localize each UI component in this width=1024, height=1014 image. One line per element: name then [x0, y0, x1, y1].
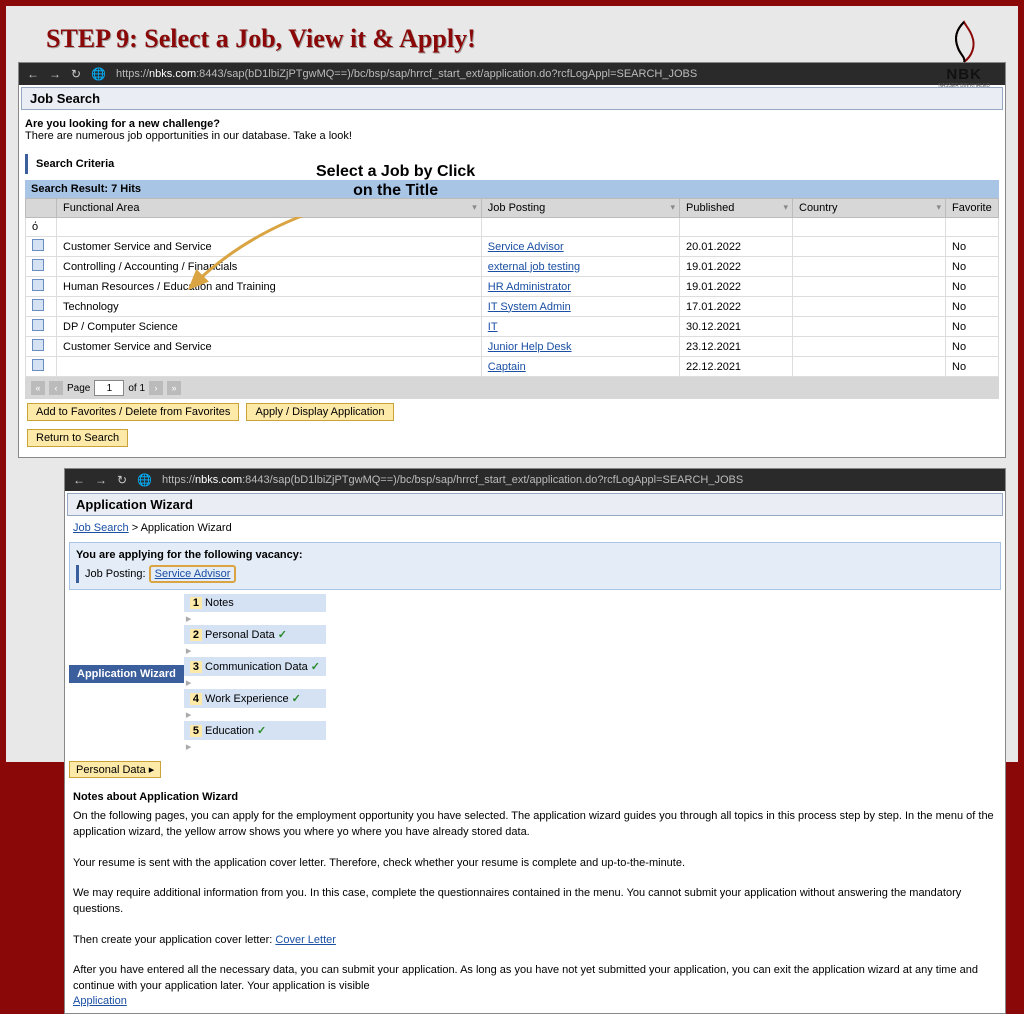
pager-prev[interactable]: ‹ — [49, 381, 63, 395]
apply-button[interactable]: Apply / Display Application — [246, 403, 393, 421]
annotation-text: Select a Job by Clickon the Title — [316, 162, 475, 200]
table-row: DP / Computer ScienceIT30.12.2021No — [26, 317, 999, 337]
job-link[interactable]: external job testing — [488, 261, 580, 273]
forward-icon[interactable]: → — [95, 473, 107, 487]
step-title: STEP 9: Select a Job, View it & Apply! — [6, 6, 1018, 54]
wizard-step[interactable]: 3 Communication Data ✓ — [184, 657, 326, 676]
job-search-panel: ← → ↻ 🌐 https://nbks.com:8443/sap(bD1lbi… — [18, 62, 1006, 458]
job-link[interactable]: Service Advisor — [488, 241, 564, 253]
col-published: Published▾ — [680, 199, 793, 218]
wizard-step[interactable]: 1 Notes — [184, 594, 326, 612]
table-row: Customer Service and ServiceJunior Help … — [26, 337, 999, 357]
row-checkbox[interactable] — [32, 359, 44, 371]
favorites-button[interactable]: Add to Favorites / Delete from Favorites — [27, 403, 239, 421]
pager-last[interactable]: » — [167, 381, 181, 395]
table-row: Captain22.12.2021No — [26, 357, 999, 377]
table-row: Human Resources / Education and Training… — [26, 277, 999, 297]
job-link[interactable]: Junior Help Desk — [488, 341, 572, 353]
col-functional-area: Functional Area▾ — [57, 199, 482, 218]
wizard-title: Application Wizard — [67, 493, 1003, 516]
cover-letter-link[interactable]: Cover Letter — [275, 934, 336, 946]
personal-data-button[interactable]: Personal Data ▸ — [69, 761, 161, 778]
wizard-step[interactable]: 5 Education ✓ — [184, 721, 326, 740]
row-checkbox[interactable] — [32, 259, 44, 271]
nbk-logo: NBK NASSER BIN KHALED — [938, 20, 990, 89]
table-row: Controlling / Accounting / Financialsext… — [26, 257, 999, 277]
result-header: Search Result: 7 Hits — [25, 180, 999, 198]
wizard-step[interactable]: 4 Work Experience ✓ — [184, 689, 326, 708]
results-table: Functional Area▾ Job Posting▾ Published▾… — [25, 198, 999, 377]
globe-icon: 🌐 — [137, 473, 152, 487]
job-link[interactable]: Captain — [488, 361, 526, 373]
job-link[interactable]: IT System Admin — [488, 301, 571, 313]
col-job-posting: Job Posting▾ — [481, 199, 679, 218]
job-search-title: Job Search — [21, 87, 1003, 110]
crumb-job-search[interactable]: Job Search — [73, 522, 129, 534]
reload-icon[interactable]: ↻ — [117, 473, 127, 487]
row-checkbox[interactable] — [32, 299, 44, 311]
back-icon[interactable]: ← — [27, 67, 39, 81]
pager-input[interactable] — [94, 380, 124, 396]
address-bar: ← → ↻ 🌐 https://nbks.com:8443/sap(bD1lbi… — [19, 63, 1005, 85]
pager-first[interactable]: « — [31, 381, 45, 395]
application-link[interactable]: Application — [73, 995, 127, 1007]
wizard-step[interactable]: 2 Personal Data ✓ — [184, 625, 326, 644]
forward-icon[interactable]: → — [49, 67, 61, 81]
intro-text: Are you looking for a new challenge?Ther… — [25, 118, 999, 142]
col-favorite: Favorite — [946, 199, 999, 218]
pager: « ‹ Page of 1 › » — [25, 377, 999, 399]
search-criteria-header: Search Criteria — [25, 154, 999, 174]
col-country: Country▾ — [793, 199, 946, 218]
row-checkbox[interactable] — [32, 339, 44, 351]
table-row: Customer Service and ServiceService Advi… — [26, 237, 999, 257]
job-link[interactable]: IT — [488, 321, 498, 333]
application-wizard-panel: ← → ↻ 🌐 https://nbks.com:8443/sap(bD1lbi… — [64, 468, 1006, 1014]
filter-icon[interactable]: ό — [32, 221, 38, 233]
wizard-steps: Application Wizard 1 Notes▸2 Personal Da… — [69, 594, 1001, 753]
row-checkbox[interactable] — [32, 319, 44, 331]
wizard-tab[interactable]: Application Wizard — [69, 665, 184, 683]
row-checkbox[interactable] — [32, 279, 44, 291]
annotation-arrow — [184, 204, 334, 294]
reload-icon[interactable]: ↻ — [71, 67, 81, 81]
row-checkbox[interactable] — [32, 239, 44, 251]
vacancy-box: You are applying for the following vacan… — [69, 542, 1001, 590]
return-button[interactable]: Return to Search — [27, 429, 128, 447]
pager-next[interactable]: › — [149, 381, 163, 395]
table-row: TechnologyIT System Admin17.01.2022No — [26, 297, 999, 317]
back-icon[interactable]: ← — [73, 473, 85, 487]
vacancy-link[interactable]: Service Advisor — [155, 568, 231, 580]
job-link[interactable]: HR Administrator — [488, 281, 571, 293]
globe-icon: 🌐 — [91, 67, 106, 81]
breadcrumb: Job Search > Application Wizard — [65, 518, 1005, 538]
url-text: https://nbks.com:8443/sap(bD1lbiZjPTgwMQ… — [116, 68, 997, 80]
wizard-notes: Notes about Application Wizard On the fo… — [65, 782, 1005, 1013]
